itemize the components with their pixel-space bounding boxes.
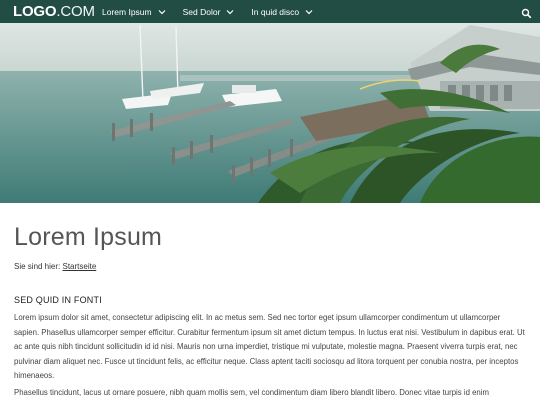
chevron-down-icon	[226, 8, 234, 16]
breadcrumb-link-startseite[interactable]: Startseite	[62, 262, 96, 271]
main-menu: Lorem Ipsum Sed Dolor In quid disco	[102, 0, 330, 23]
body-paragraph-1: Lorem ipsum dolor sit amet, consectetur …	[14, 313, 525, 380]
logo-text-light: .COM	[56, 3, 95, 20]
breadcrumb: Sie sind hier: Startseite	[14, 262, 96, 271]
section-heading: SED QUID IN FONTI	[14, 295, 102, 305]
menu-item-lorem-ipsum[interactable]: Lorem Ipsum	[102, 0, 166, 23]
chevron-down-icon	[305, 8, 313, 16]
menu-item-sed-dolor[interactable]: Sed Dolor	[183, 0, 235, 23]
menu-item-label: Lorem Ipsum	[102, 6, 152, 17]
breadcrumb-prefix: Sie sind hier:	[14, 262, 61, 271]
search-icon[interactable]	[521, 6, 532, 19]
top-navigation-bar: LOGO.COM Lorem Ipsum Sed Dolor In quid d…	[0, 0, 540, 23]
body-paragraph-2: Phasellus tincidunt, lacus ut ornare pos…	[14, 388, 489, 397]
chevron-down-icon	[158, 8, 166, 16]
site-logo[interactable]: LOGO.COM	[13, 3, 95, 20]
hero-image	[0, 23, 540, 203]
menu-item-label: In quid disco	[251, 6, 300, 17]
menu-item-in-quid-disco[interactable]: In quid disco	[251, 0, 313, 23]
logo-text-strong: LOGO	[13, 3, 57, 20]
menu-item-label: Sed Dolor	[182, 6, 221, 17]
page-title: Lorem Ipsum	[14, 223, 163, 251]
